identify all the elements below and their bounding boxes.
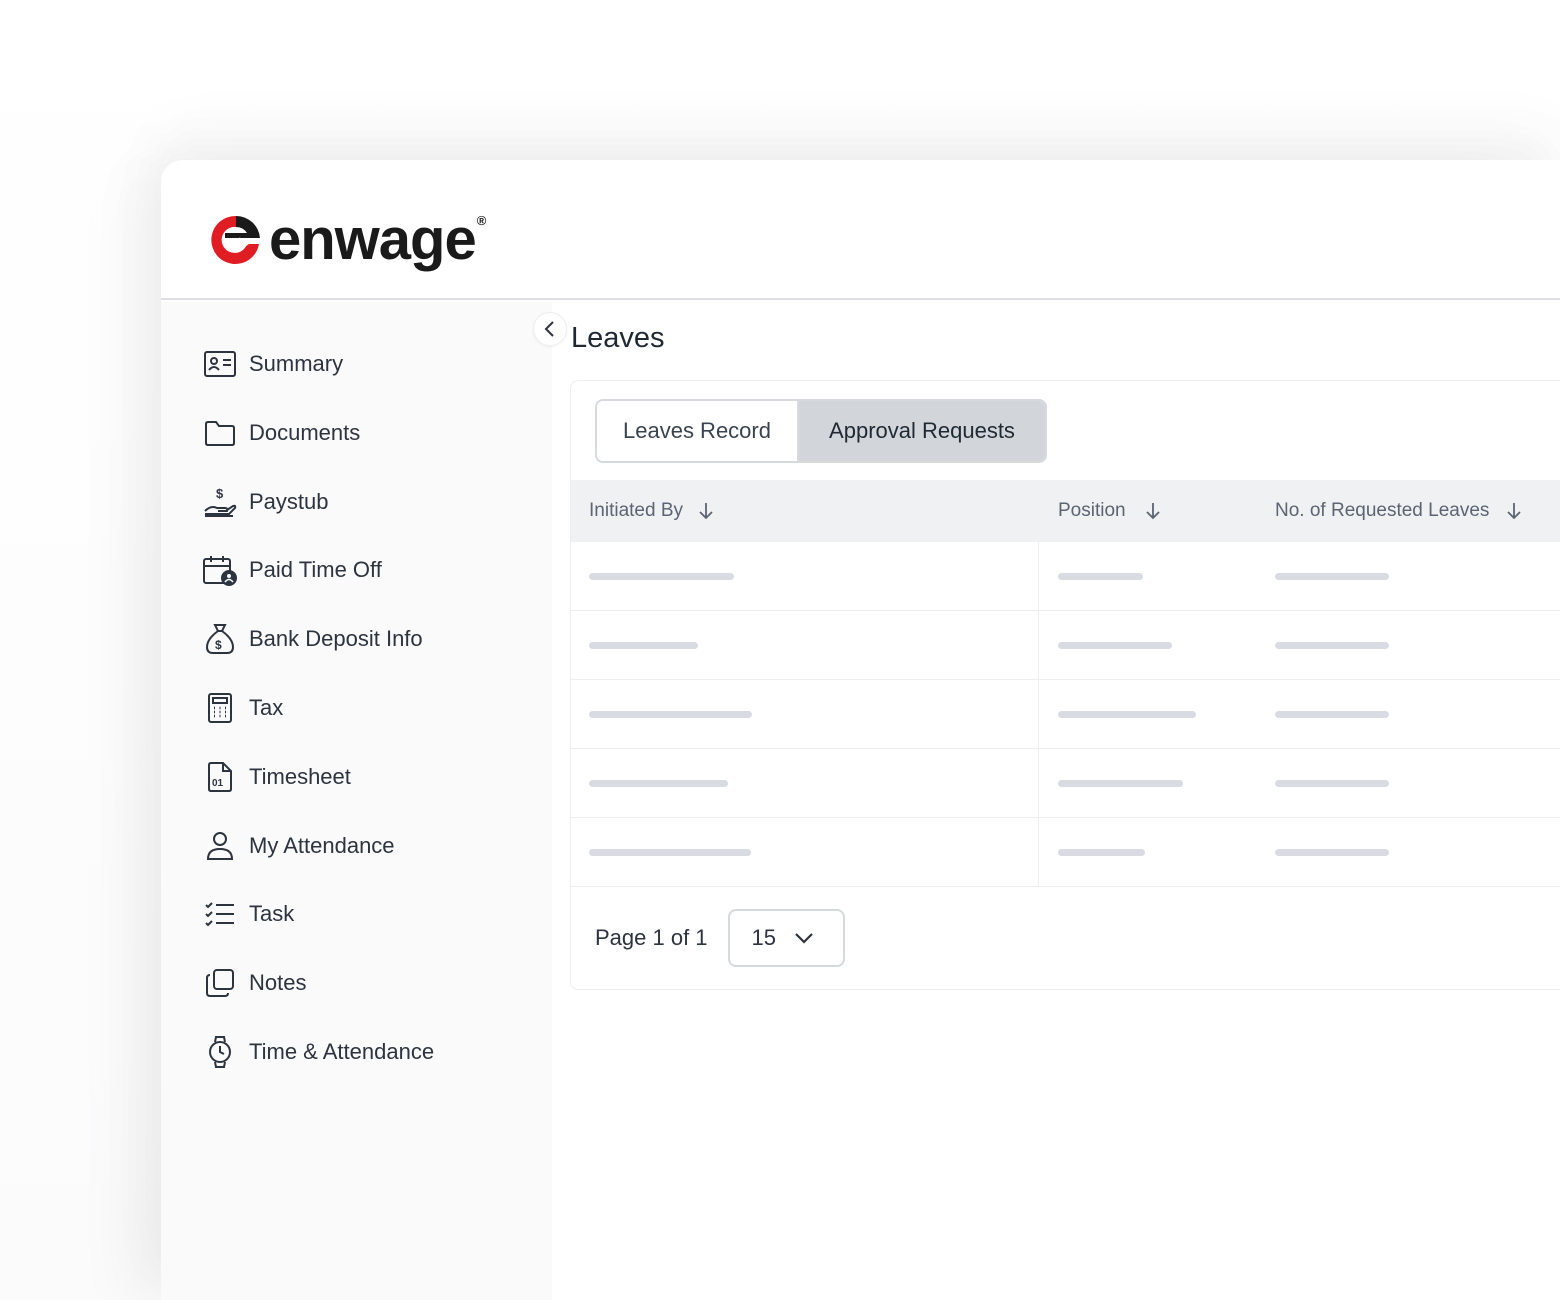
sidebar-item-task[interactable]: Task: [203, 894, 523, 934]
skeleton-cell: [589, 780, 728, 787]
table-row[interactable]: [571, 749, 1560, 818]
sidebar-item-my-attendance[interactable]: My Attendance: [203, 826, 523, 866]
skeleton-cell: [589, 642, 698, 649]
sidebar-item-time-attendance[interactable]: Time & Attendance: [203, 1032, 523, 1072]
sidebar-item-label: Paid Time Off: [249, 557, 382, 582]
sidebar-item-bank-deposit-info[interactable]: $ Bank Deposit Info: [203, 619, 523, 659]
tab-leaves-record[interactable]: Leaves Record: [597, 401, 799, 461]
sidebar-item-label: My Attendance: [249, 833, 395, 858]
skeleton-cell: [1058, 711, 1196, 718]
column-header-requested-leaves[interactable]: No. of Requested Leaves: [1275, 480, 1522, 542]
sidebar-item-notes[interactable]: Notes: [203, 963, 523, 1003]
sidebar-item-label: Paystub: [249, 489, 329, 514]
skeleton-cell: [589, 849, 751, 856]
page-title: Leaves: [571, 322, 665, 354]
watch-icon: [203, 1035, 237, 1069]
file-binary-icon: 01: [203, 760, 237, 794]
svg-text:$: $: [215, 638, 222, 652]
hand-dollar-icon: $: [203, 485, 237, 519]
calculator-icon: [203, 691, 237, 725]
user-icon: [203, 829, 237, 863]
skeleton-cell: [589, 573, 734, 580]
column-header-label: Position: [1058, 500, 1126, 521]
brand-name: enwage: [269, 207, 477, 272]
checklist-icon: [203, 897, 237, 931]
sidebar-item-label: Bank Deposit Info: [249, 626, 423, 651]
sidebar-item-label: Tax: [249, 695, 284, 720]
skeleton-cell: [1058, 642, 1172, 649]
skeleton-cell: [1058, 849, 1145, 856]
sidebar-item-label: Task: [249, 901, 295, 926]
chevron-down-icon: [794, 932, 814, 944]
sort-arrow-down-icon: [1145, 502, 1160, 520]
skeleton-cell: [1275, 711, 1389, 718]
tab-approval-requests[interactable]: Approval Requests: [799, 401, 1045, 461]
sidebar-item-label: Summary: [249, 351, 344, 376]
sidebar-item-label: Documents: [249, 420, 361, 445]
skeleton-cell: [1275, 573, 1389, 580]
table-header: Initiated By Position No. of Requested L…: [571, 480, 1560, 542]
sidebar-item-summary[interactable]: Summary: [203, 344, 523, 384]
money-bag-icon: $: [203, 622, 237, 656]
sort-arrow-down-icon: [699, 502, 713, 520]
table-row[interactable]: [571, 818, 1560, 887]
svg-text:$: $: [216, 486, 224, 501]
sidebar-item-paid-time-off[interactable]: Paid Time Off: [203, 550, 523, 590]
calendar-user-icon: [203, 553, 237, 587]
app-window: enwage ® Summary Documents $ Paystub Pai…: [161, 160, 1560, 1300]
notes-icon: [203, 966, 237, 1000]
app-header: enwage ®: [161, 160, 1560, 300]
column-header-initiated-by[interactable]: Initiated By: [589, 480, 713, 542]
chevron-left-icon: [543, 320, 557, 338]
sidebar-item-label: Time & Attendance: [249, 1039, 435, 1064]
sidebar: Summary Documents $ Paystub Paid Time Of…: [161, 302, 552, 1300]
id-card-icon: [203, 347, 237, 381]
brand-logo[interactable]: enwage ®: [209, 210, 486, 270]
skeleton-cell: [1058, 780, 1183, 787]
sidebar-item-timesheet[interactable]: 01 Timesheet: [203, 757, 523, 797]
sidebar-item-label: Timesheet: [249, 764, 351, 789]
sort-arrow-down-icon: [1507, 502, 1522, 520]
table-row[interactable]: [571, 611, 1560, 680]
column-header-label: No. of Requested Leaves: [1275, 500, 1490, 521]
skeleton-cell: [1058, 573, 1143, 580]
sidebar-item-paystub[interactable]: $ Paystub: [203, 482, 523, 522]
sidebar-item-tax[interactable]: Tax: [203, 688, 523, 728]
collapse-sidebar-button[interactable]: [533, 312, 567, 346]
table-row[interactable]: [571, 680, 1560, 749]
skeleton-cell: [1275, 642, 1389, 649]
enwage-logo-icon: [211, 215, 260, 264]
sidebar-item-label: Notes: [249, 970, 307, 995]
page-indicator: Page 1 of 1: [595, 925, 708, 950]
sidebar-item-documents[interactable]: Documents: [203, 413, 523, 453]
column-header-position[interactable]: Position: [1058, 480, 1160, 542]
pagination: Page 1 of 1 15: [595, 909, 845, 967]
svg-text:01: 01: [212, 778, 224, 789]
per-page-value: 15: [751, 925, 777, 950]
folder-icon: [203, 416, 237, 450]
registered-mark: ®: [476, 212, 487, 228]
table-row[interactable]: [571, 542, 1560, 611]
skeleton-cell: [589, 711, 752, 718]
skeleton-cell: [1275, 780, 1389, 787]
per-page-select[interactable]: 15: [727, 909, 845, 967]
leaves-tabs: Leaves Record Approval Requests: [595, 399, 1047, 463]
column-header-label: Initiated By: [589, 500, 683, 521]
leaves-card: Leaves Record Approval Requests Initiate…: [570, 380, 1560, 990]
skeleton-cell: [1275, 849, 1389, 856]
